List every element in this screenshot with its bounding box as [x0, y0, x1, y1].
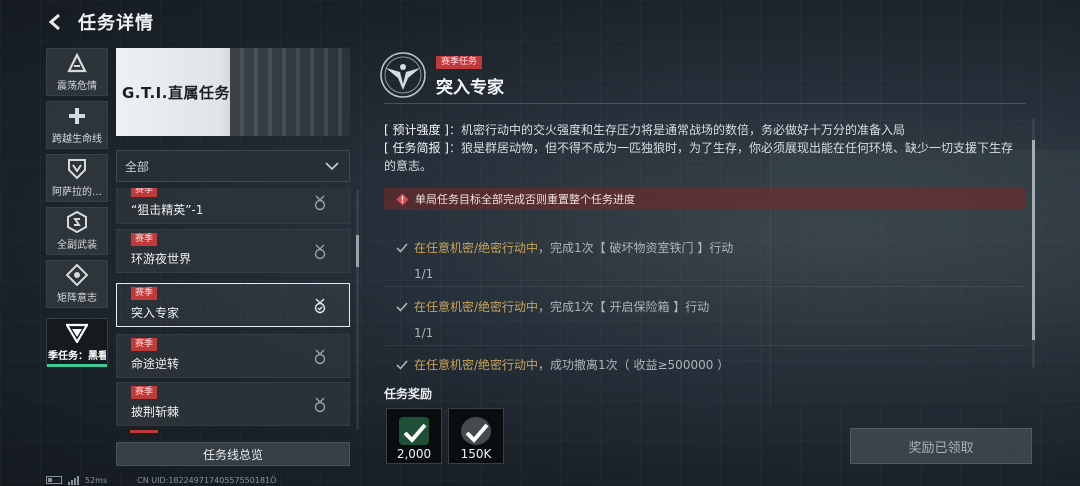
- tab-kuayue[interactable]: 跨越生命线: [46, 101, 108, 149]
- shield-v-icon: [65, 158, 89, 180]
- medal-icon: [314, 195, 326, 211]
- mission-description: [ 预计强度 ]：机密行动中的交火强度和生存压力将是通常战场的数倍，务必做好十万…: [384, 121, 1024, 175]
- status-bar: 52ms CN UID:18224971740557550181Ö: [46, 474, 276, 486]
- medal-icon: [314, 349, 326, 365]
- check-icon: [396, 301, 408, 312]
- tab-juzhen[interactable]: 矩阵意志: [46, 260, 108, 308]
- divider: [384, 103, 1026, 104]
- tab-label: 全副武装: [57, 240, 97, 251]
- winged-emblem-icon: [380, 52, 426, 98]
- page-title: 任务详情: [78, 13, 154, 34]
- mission-title: 突入专家: [436, 78, 504, 98]
- chevron-down-icon: [325, 161, 339, 170]
- back-arrow-icon: [48, 13, 60, 31]
- season-tag: 赛季: [131, 386, 158, 399]
- tab-zhendang[interactable]: 震荡危情: [46, 48, 108, 96]
- reset-warning-banner: 单局任务目标全部完成否则重置整个任务进度: [384, 188, 1026, 210]
- battery-icon: [46, 476, 62, 484]
- objective-mode: 在任意机密/绝密行动中: [414, 358, 539, 372]
- mission-filter-dropdown[interactable]: 全部: [116, 150, 350, 182]
- reward-item[interactable]: 2,000: [386, 408, 442, 464]
- objective-text: ，完成1次【 开启保险箱 】行动: [538, 300, 710, 314]
- objective-item: 在任意机密/绝密行动中，成功撤离1次（ 收益≥500000 ）: [396, 356, 996, 373]
- objective-progress: 1/1: [414, 267, 434, 281]
- supply-case-image: [230, 48, 350, 136]
- objective-separator: [384, 286, 1026, 287]
- intensity-text: ：机密行动中的交火强度和生存压力将是通常战场的数倍，务必做好十万分的准备入局: [449, 123, 906, 137]
- medal-icon: [314, 397, 326, 413]
- mission-item[interactable]: 赛季 披荆斩棘: [116, 382, 350, 426]
- plus-cross-icon: [65, 105, 89, 127]
- medal-icon: [314, 244, 326, 260]
- mission-item-selected[interactable]: 赛季 突入专家: [116, 283, 350, 327]
- intensity-key: [ 预计强度 ]: [384, 123, 449, 137]
- brief-line: [ 任务简报 ]：狼是群居动物，但不得不成为一匹独狼时，为了生存，你必须展现出能…: [384, 139, 1024, 175]
- mission-line-banner: G.T.I.直属任务: [116, 48, 350, 136]
- check-icon: [396, 359, 408, 370]
- tab-quanfu[interactable]: 全副武装: [46, 207, 108, 255]
- brief-key: [ 任务简报 ]: [384, 141, 449, 155]
- mission-name: 披荆斩棘: [131, 405, 180, 419]
- tab-asala[interactable]: 阿萨拉的…: [46, 154, 108, 202]
- diamond-target-icon: [65, 264, 89, 286]
- season-tag: 赛季: [131, 338, 158, 351]
- back-button[interactable]: [44, 10, 68, 34]
- warning-text: 单局任务目标全部完成否则重置整个任务进度: [415, 193, 635, 206]
- mission-item[interactable]: 赛季 命途逆转: [116, 334, 350, 378]
- season-mission-tag: 赛季任务: [436, 56, 483, 69]
- tab-season[interactable]: 季任务：黑看: [46, 318, 108, 367]
- mission-name: 环游夜世界: [131, 252, 192, 266]
- mission-list-scrollbar-thumb[interactable]: [356, 235, 359, 267]
- detail-scrollbar-thumb[interactable]: [1032, 140, 1035, 340]
- reward-item[interactable]: 150K: [448, 408, 504, 464]
- brief-text: ：狼是群居动物，但不得不成为一匹独狼时，为了生存，你必须展现出能在任何环境、缺少…: [384, 141, 1014, 173]
- objective-progress: 1/1: [414, 326, 434, 340]
- mission-name: 命途逆转: [131, 357, 180, 371]
- tab-label: 季任务：黑看: [48, 351, 106, 362]
- triangle-down-icon: [65, 322, 89, 344]
- medal-check-icon: [314, 298, 326, 314]
- triangle-a-icon: [65, 52, 89, 74]
- tab-label: 震荡危情: [57, 81, 97, 92]
- mission-list: 赛季 “狙击精英”-1 赛季 环游夜世界 赛季 突入专家 赛季 命途逆转 赛季 …: [116, 188, 350, 433]
- header: 任务详情: [0, 0, 400, 44]
- objective-separator: [384, 345, 1026, 346]
- objective-item: 在任意机密/绝密行动中，完成1次【 开启保险箱 】行动 1/1: [396, 298, 996, 340]
- ping-text: 52ms: [85, 475, 108, 485]
- claim-rewards-button[interactable]: 奖励已领取: [850, 428, 1032, 464]
- season-tag-partial: [130, 430, 158, 433]
- uid-text: CN UID:18224971740557550181Ö: [137, 475, 277, 485]
- objective-text: ，完成1次【 破坏物资室铁门 】行动: [538, 241, 734, 255]
- mission-name: 突入专家: [131, 306, 180, 320]
- claimed-check-icon: [403, 423, 427, 443]
- objective-mode: 在任意机密/绝密行动中: [414, 241, 539, 255]
- hexagon-s-icon: [65, 211, 89, 233]
- mission-name: “狙击精英”-1: [131, 203, 204, 217]
- season-tag: 赛季: [131, 188, 158, 197]
- filter-selected: 全部: [125, 159, 150, 174]
- tab-label: 阿萨拉的…: [52, 187, 102, 198]
- reward-value: 2,000: [396, 447, 432, 461]
- objective-text: ，成功撤离1次（ 收益≥500000 ）: [538, 358, 730, 372]
- rewards-title: 任务奖励: [384, 387, 433, 401]
- reward-value: 150K: [460, 447, 492, 461]
- season-tag: 赛季: [131, 287, 158, 300]
- signal-icon: [68, 475, 79, 485]
- mission-item[interactable]: 赛季 环游夜世界: [116, 229, 350, 273]
- tab-label: 跨越生命线: [52, 134, 102, 145]
- claimed-check-icon: [465, 423, 489, 443]
- warning-icon: [396, 193, 409, 205]
- objective-item: 在任意机密/绝密行动中，完成1次【 破坏物资室铁门 】行动 1/1: [396, 239, 996, 281]
- season-tag: 赛季: [131, 233, 158, 246]
- mission-list-scrollbar-track[interactable]: [356, 190, 359, 430]
- tab-label: 矩阵意志: [57, 293, 97, 304]
- banner-title: G.T.I.直属任务: [122, 84, 230, 102]
- intensity-line: [ 预计强度 ]：机密行动中的交火强度和生存压力将是通常战场的数倍，务必做好十万…: [384, 121, 1024, 139]
- mission-line-overview-button[interactable]: 任务线总览: [116, 442, 350, 466]
- objective-mode: 在任意机密/绝密行动中: [414, 300, 539, 314]
- check-icon: [396, 242, 408, 253]
- mission-item[interactable]: 赛季 “狙击精英”-1: [116, 188, 350, 224]
